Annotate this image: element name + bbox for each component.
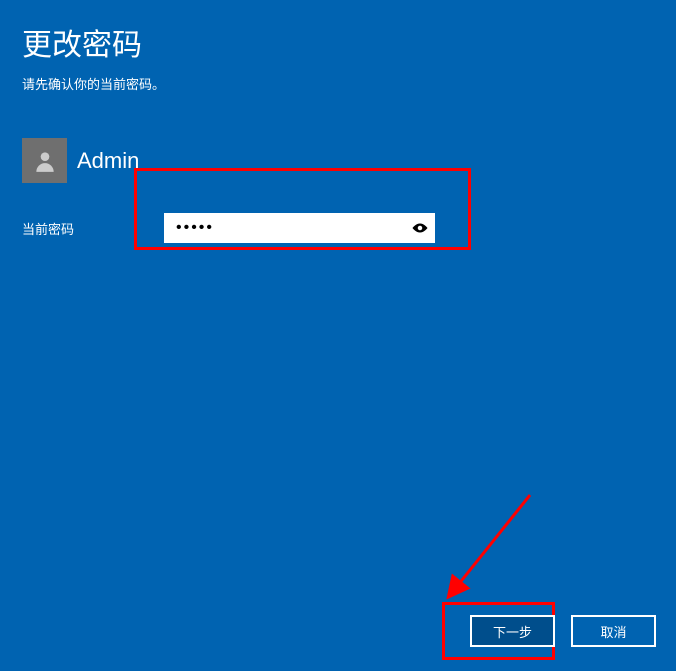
next-button[interactable]: 下一步 xyxy=(470,615,555,647)
username: Admin xyxy=(77,148,139,174)
current-password-input[interactable] xyxy=(164,213,405,243)
annotation-arrow xyxy=(420,485,540,615)
page-subtitle: 请先确认你的当前密码。 xyxy=(0,64,676,93)
current-password-label: 当前密码 xyxy=(0,219,164,238)
password-input-wrap xyxy=(164,213,435,243)
user-icon xyxy=(32,148,58,174)
password-row: 当前密码 xyxy=(0,213,676,243)
avatar xyxy=(22,138,67,183)
cancel-button[interactable]: 取消 xyxy=(571,615,656,647)
button-row: 下一步 取消 xyxy=(470,615,656,647)
user-row: Admin xyxy=(22,138,676,183)
eye-icon xyxy=(411,219,429,237)
page-title: 更改密码 xyxy=(0,0,676,64)
reveal-password-button[interactable] xyxy=(405,213,435,243)
